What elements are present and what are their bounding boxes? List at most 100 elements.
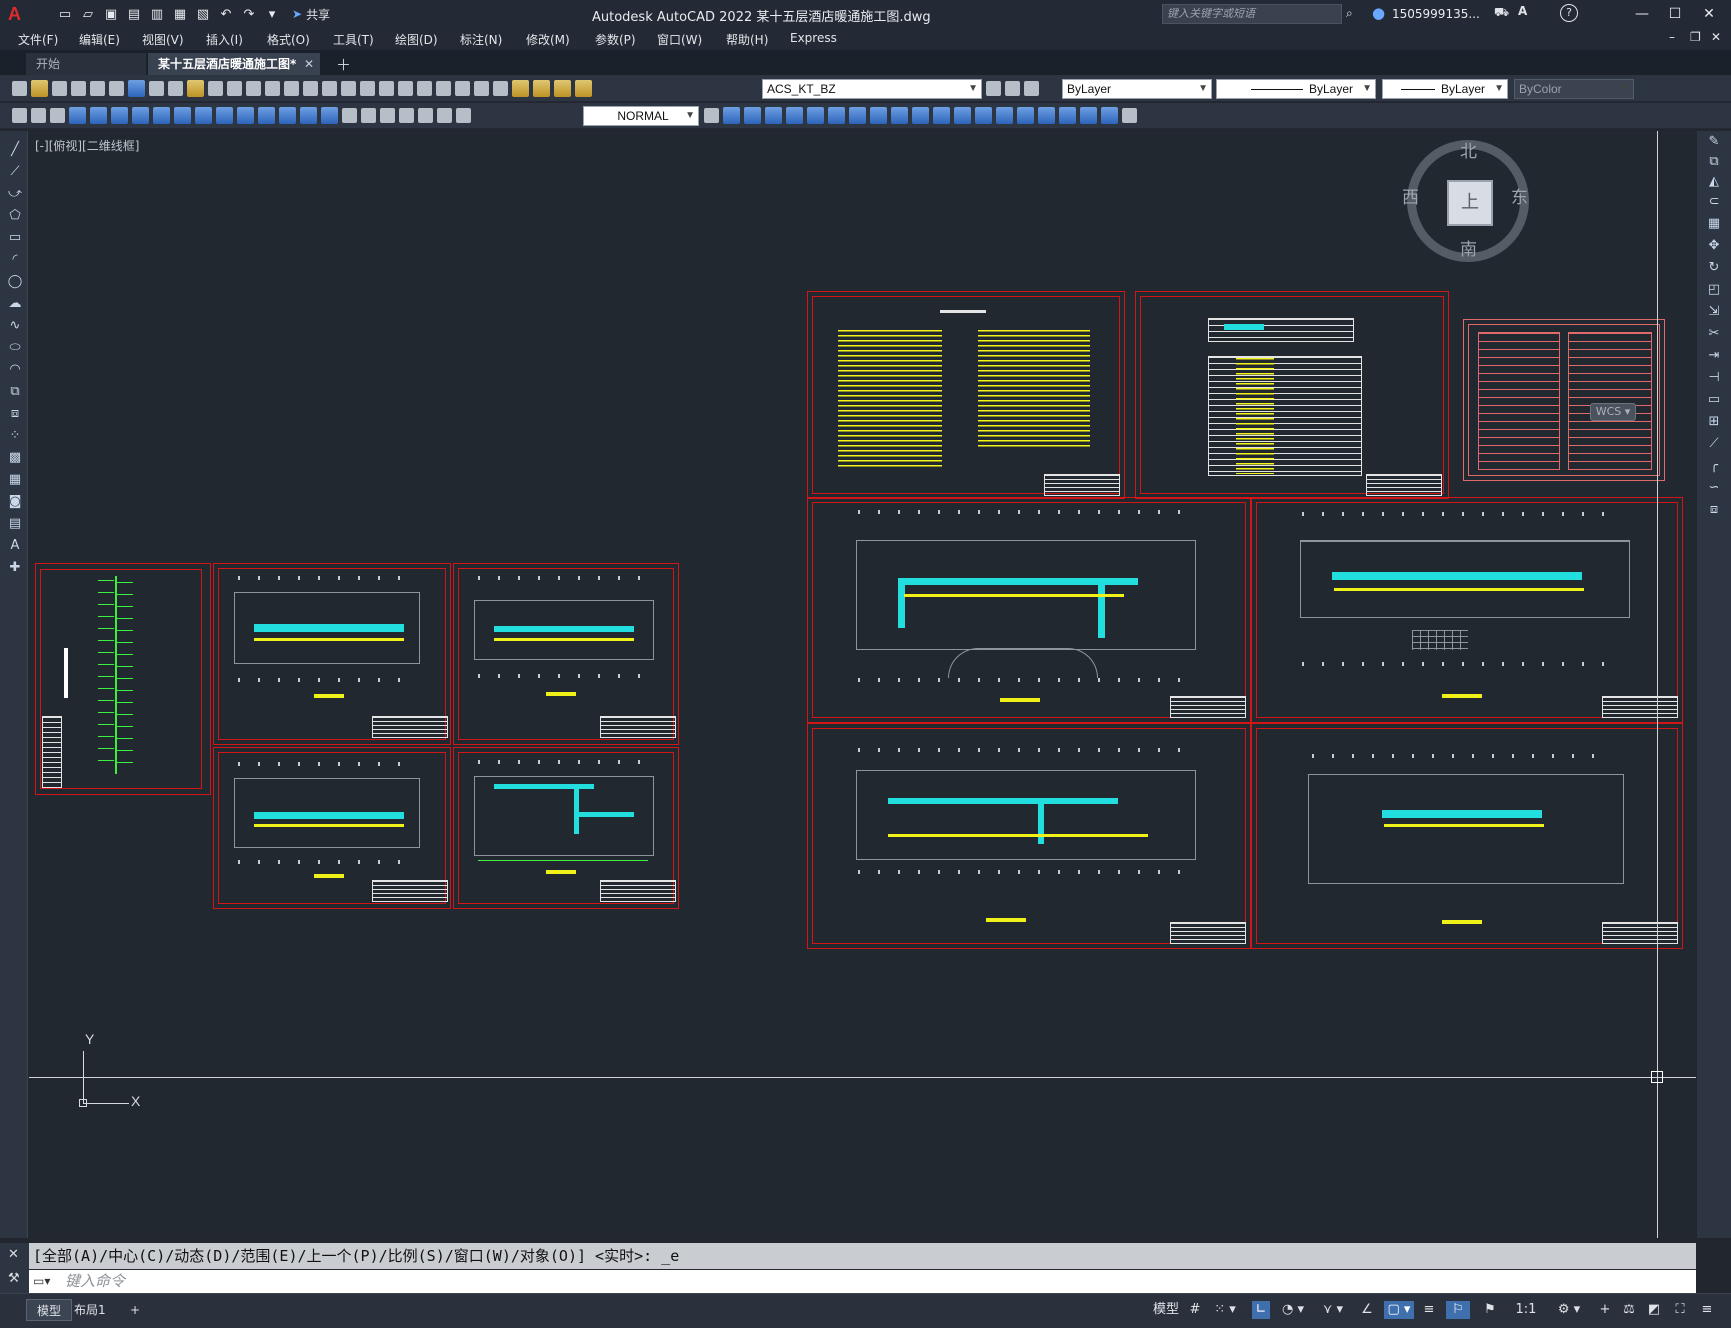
undo-icon[interactable] — [246, 81, 261, 96]
save-icon[interactable]: ▣ — [102, 5, 120, 23]
isolate-objects-icon[interactable]: ◩ — [1644, 1301, 1664, 1319]
layer-state-icon[interactable] — [554, 80, 571, 97]
doc-minimize-button[interactable]: – — [1669, 30, 1675, 44]
new-tab-icon[interactable]: ＋ — [336, 54, 351, 75]
menu-insert[interactable]: 插入(I) — [206, 31, 243, 48]
object-18-icon[interactable] — [1080, 107, 1097, 124]
menu-dimension[interactable]: 标注(N) — [460, 31, 502, 48]
block-editor-icon[interactable] — [227, 81, 242, 96]
object-11-icon[interactable] — [933, 107, 950, 124]
help-icon[interactable] — [474, 81, 489, 96]
linear-dim-icon[interactable] — [69, 107, 86, 124]
move-icon[interactable]: ✥ — [1706, 239, 1722, 253]
trim-icon[interactable]: ✂ — [1706, 327, 1722, 341]
chamfer-icon[interactable]: ⟋ — [1706, 437, 1722, 451]
user-icon[interactable]: ● — [1372, 4, 1385, 22]
zoom-realtime-icon[interactable] — [303, 81, 318, 96]
layer-select[interactable]: ACS_KT_BZ ▼ — [762, 79, 982, 99]
tool-2-icon[interactable] — [31, 108, 46, 123]
match-properties-icon[interactable] — [208, 81, 223, 96]
new-icon[interactable]: ▭ — [56, 5, 74, 23]
radius-icon[interactable] — [153, 107, 170, 124]
isodraft-icon[interactable]: ⋎ ▾ — [1318, 1301, 1348, 1319]
paste-icon[interactable] — [187, 80, 204, 97]
explode-icon[interactable]: ⧈ — [1706, 503, 1722, 517]
region-icon[interactable]: ◙ — [7, 495, 23, 509]
copy-icon[interactable] — [168, 81, 183, 96]
mtext-icon[interactable]: A — [7, 539, 23, 553]
object-19-icon[interactable] — [1101, 107, 1118, 124]
properties-icon[interactable] — [360, 81, 375, 96]
workspace-gear-icon[interactable]: ⚙ ▾ — [1554, 1301, 1584, 1319]
baseline-icon[interactable] — [258, 107, 275, 124]
mirror-icon[interactable]: ◭ — [1706, 175, 1722, 189]
tool-3-icon[interactable] — [50, 108, 65, 123]
erase-icon[interactable]: ✎ — [1706, 135, 1722, 149]
save-as-icon[interactable]: ▤ — [125, 5, 143, 23]
zoom-previous-icon[interactable] — [341, 81, 356, 96]
cut-icon[interactable] — [149, 81, 164, 96]
object-2-icon[interactable] — [744, 107, 761, 124]
snap-icon[interactable]: ⁙ ▾ — [1210, 1301, 1240, 1319]
save-icon[interactable] — [52, 81, 67, 96]
grid-icon[interactable]: # — [1186, 1301, 1204, 1319]
viewcube[interactable]: 上 北 南 东 西 — [1402, 137, 1529, 262]
copy-icon[interactable]: ⧉ — [1706, 155, 1722, 169]
share-button[interactable]: ➤ 共享 — [292, 6, 330, 23]
layer-lock-icon[interactable] — [575, 80, 592, 97]
dim-edit-icon[interactable] — [418, 108, 433, 123]
open-web-icon[interactable]: ▥ — [148, 5, 166, 23]
viewcube-south[interactable]: 南 — [1460, 235, 1477, 260]
dim-space-icon[interactable] — [300, 107, 317, 124]
layer-previous-icon[interactable] — [1005, 81, 1020, 96]
qat-dropdown-icon[interactable]: ▾ — [263, 5, 281, 23]
command-line-handle[interactable]: ✕ ⚒ — [0, 1243, 29, 1293]
lineweight-select[interactable]: ByLayer ▼ — [1382, 79, 1508, 99]
viewport-controls[interactable]: [-][俯视][二维线框] — [35, 137, 139, 154]
add-icon[interactable]: + — [1596, 1301, 1614, 1319]
line-icon[interactable]: ╱ — [7, 143, 23, 157]
object-4-icon[interactable] — [786, 107, 803, 124]
make-block-icon[interactable]: ⧈ — [7, 407, 23, 421]
search-icon[interactable]: ⌕ — [1346, 6, 1353, 21]
redo-icon[interactable] — [265, 81, 280, 96]
open-icon[interactable] — [31, 80, 48, 97]
tool-palettes-icon[interactable] — [398, 81, 413, 96]
inspection-icon[interactable] — [380, 108, 395, 123]
viewcube-face-top[interactable]: 上 — [1447, 180, 1493, 226]
object-12-icon[interactable] — [954, 107, 971, 124]
arc-length-icon[interactable] — [111, 107, 128, 124]
center-mark-icon[interactable] — [361, 108, 376, 123]
circle-icon[interactable]: ◯ — [7, 275, 23, 289]
add-layout-icon[interactable]: + — [120, 1299, 150, 1321]
viewcube-east[interactable]: 东 — [1511, 183, 1528, 208]
make-current-icon[interactable] — [986, 81, 1001, 96]
tool-1-icon[interactable] — [12, 108, 27, 123]
continue-icon[interactable] — [279, 107, 296, 124]
minimize-button[interactable]: — — [1627, 3, 1657, 25]
markup-icon[interactable] — [436, 81, 451, 96]
autodesk-app-icon[interactable]: A — [1518, 4, 1527, 18]
dim-break-icon[interactable] — [321, 107, 338, 124]
construction-line-icon[interactable]: ⟋ — [7, 165, 23, 179]
units-icon[interactable]: ⚖ — [1620, 1301, 1638, 1319]
tolerance-icon[interactable] — [342, 108, 357, 123]
customize-icon[interactable]: ⚒ — [8, 1271, 20, 1286]
layer-on-icon[interactable] — [512, 80, 529, 97]
lineweight-icon[interactable]: ≡ — [1420, 1301, 1438, 1319]
menu-file[interactable]: 文件(F) — [18, 31, 58, 48]
user-name[interactable]: 1505999135... — [1392, 7, 1480, 21]
spline-icon[interactable]: ∿ — [7, 319, 23, 333]
3d-print-icon[interactable] — [128, 80, 145, 97]
layer-freeze-icon[interactable] — [533, 80, 550, 97]
aligned-dim-icon[interactable] — [90, 107, 107, 124]
gradient-icon[interactable]: ▦ — [7, 473, 23, 487]
menu-view[interactable]: 视图(V) — [142, 31, 184, 48]
viewcube-north[interactable]: 北 — [1460, 137, 1477, 162]
close-icon[interactable]: ✕ — [304, 53, 314, 75]
menu-draw[interactable]: 绘图(D) — [395, 31, 438, 48]
object-20-icon[interactable] — [1122, 108, 1137, 123]
autocad-logo-icon[interactable]: A — [8, 3, 30, 25]
annotation-scale[interactable]: 1:1 — [1508, 1301, 1544, 1319]
point-icon[interactable]: ⁘ — [7, 429, 23, 443]
